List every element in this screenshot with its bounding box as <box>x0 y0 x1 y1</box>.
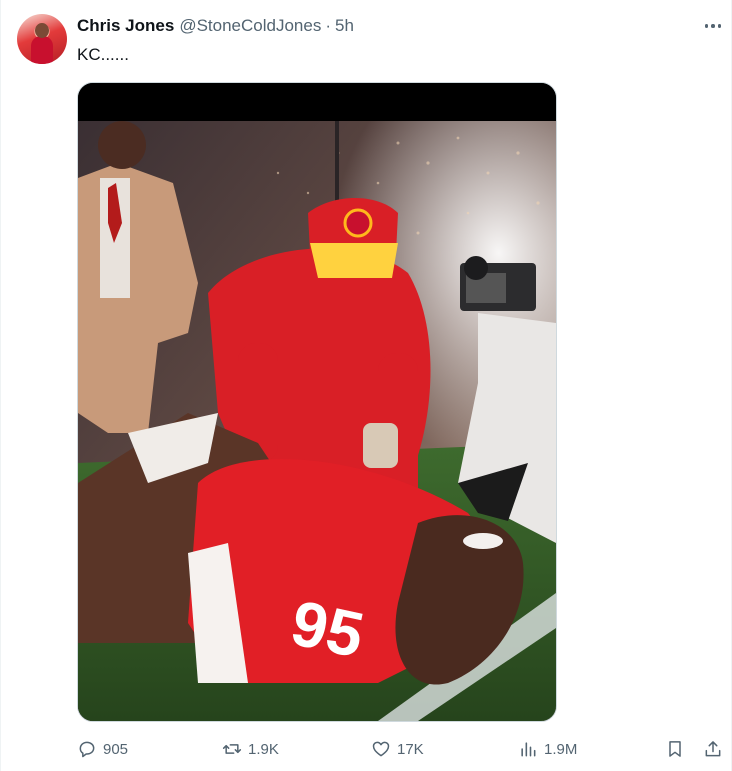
author-handle[interactable]: @StoneColdJones <box>179 16 321 36</box>
share-button[interactable] <box>703 737 723 761</box>
separator-dot: · <box>325 16 331 35</box>
avatar-figure <box>31 36 53 64</box>
retweet-count: 1.9K <box>248 740 279 758</box>
author-name[interactable]: Chris Jones <box>77 16 174 36</box>
avatar[interactable] <box>17 14 67 64</box>
views-icon <box>521 742 536 757</box>
action-bar: 905 1.9K 17K 1.9M <box>77 737 725 761</box>
retweet-button[interactable]: 1.9K <box>222 737 279 761</box>
more-dot <box>717 24 722 28</box>
more-dot <box>704 24 709 28</box>
view-count: 1.9M <box>544 740 578 758</box>
tweet-text: KC...... <box>77 45 129 64</box>
like-count: 17K <box>397 740 424 758</box>
bookmark-icon <box>669 741 681 757</box>
reply-button[interactable]: 905 <box>77 737 128 761</box>
bookmark-button[interactable] <box>665 737 685 761</box>
reply-icon <box>79 741 95 758</box>
jersey-number: 95 <box>285 586 370 671</box>
avatar-head <box>35 23 49 38</box>
photo-illustration: 95 <box>78 83 556 721</box>
share-icon <box>705 741 721 757</box>
more-icon[interactable] <box>701 14 725 38</box>
heart-icon <box>372 741 390 757</box>
reply-count: 905 <box>103 740 129 758</box>
more-dot <box>711 24 715 28</box>
views-button[interactable]: 1.9M <box>518 737 577 761</box>
like-button[interactable]: 17K <box>371 737 424 761</box>
timestamp[interactable]: 5h <box>335 16 354 36</box>
tweet-card[interactable]: Chris Jones @StoneColdJones · 5h KC.....… <box>0 0 732 771</box>
retweet-icon <box>222 744 242 754</box>
tweet-photo[interactable]: 95 <box>77 82 557 722</box>
tweet-header: Chris Jones @StoneColdJones · 5h <box>77 16 354 36</box>
